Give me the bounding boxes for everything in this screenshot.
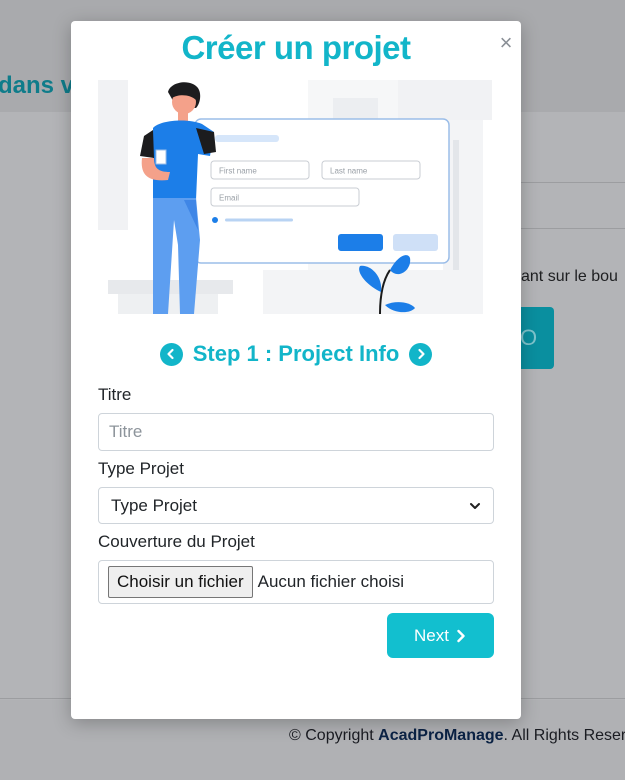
illustration-last-name: Last name: [330, 167, 368, 176]
background-divider: [520, 182, 625, 183]
create-project-modal: Créer un projet × First name Last name E…: [71, 21, 521, 719]
chevron-down-icon: [470, 502, 480, 509]
project-type-label: Type Projet: [98, 459, 184, 478]
footer-copyright: © Copyright AcadProManage. All Rights Re…: [289, 727, 625, 745]
next-step-icon[interactable]: [409, 342, 433, 366]
chevron-right-icon: [457, 629, 465, 642]
file-status: Aucun fichier choisi: [257, 572, 405, 591]
project-type-selected: Type Projet: [111, 495, 197, 515]
background-divider: [520, 228, 625, 229]
project-type-select[interactable]: Type Projet: [98, 487, 494, 524]
cover-label: Couverture du Projet: [98, 532, 255, 551]
background-text: ant sur le bou: [521, 268, 618, 285]
illustration-email: Email: [219, 194, 239, 203]
next-button-label: Next: [414, 625, 449, 645]
next-button[interactable]: Next: [387, 613, 494, 658]
step-label: Step 1 : Project Info: [192, 341, 400, 366]
background-heading: dans v: [0, 72, 75, 99]
cover-file-input: Choisir un fichier Aucun fichier choisi: [98, 560, 494, 604]
title-input[interactable]: [98, 413, 494, 451]
footer-prefix: © Copyright: [289, 727, 374, 744]
choose-file-button[interactable]: Choisir un fichier: [108, 566, 253, 598]
illustration-first-name: First name: [219, 167, 257, 176]
footer-brand: AcadProManage: [378, 727, 504, 744]
step-indicator: Step 1 : Project Info: [71, 341, 521, 371]
background-button-glyph: O: [520, 325, 538, 350]
close-icon[interactable]: ×: [496, 31, 516, 55]
modal-title: Créer un projet: [181, 29, 411, 66]
background-button: O: [520, 307, 554, 369]
project-illustration: First name Last name Email: [98, 80, 492, 314]
previous-step-icon[interactable]: [159, 342, 183, 366]
title-label: Titre: [98, 385, 132, 404]
footer-suffix: . All Rights Reserv: [503, 727, 625, 744]
